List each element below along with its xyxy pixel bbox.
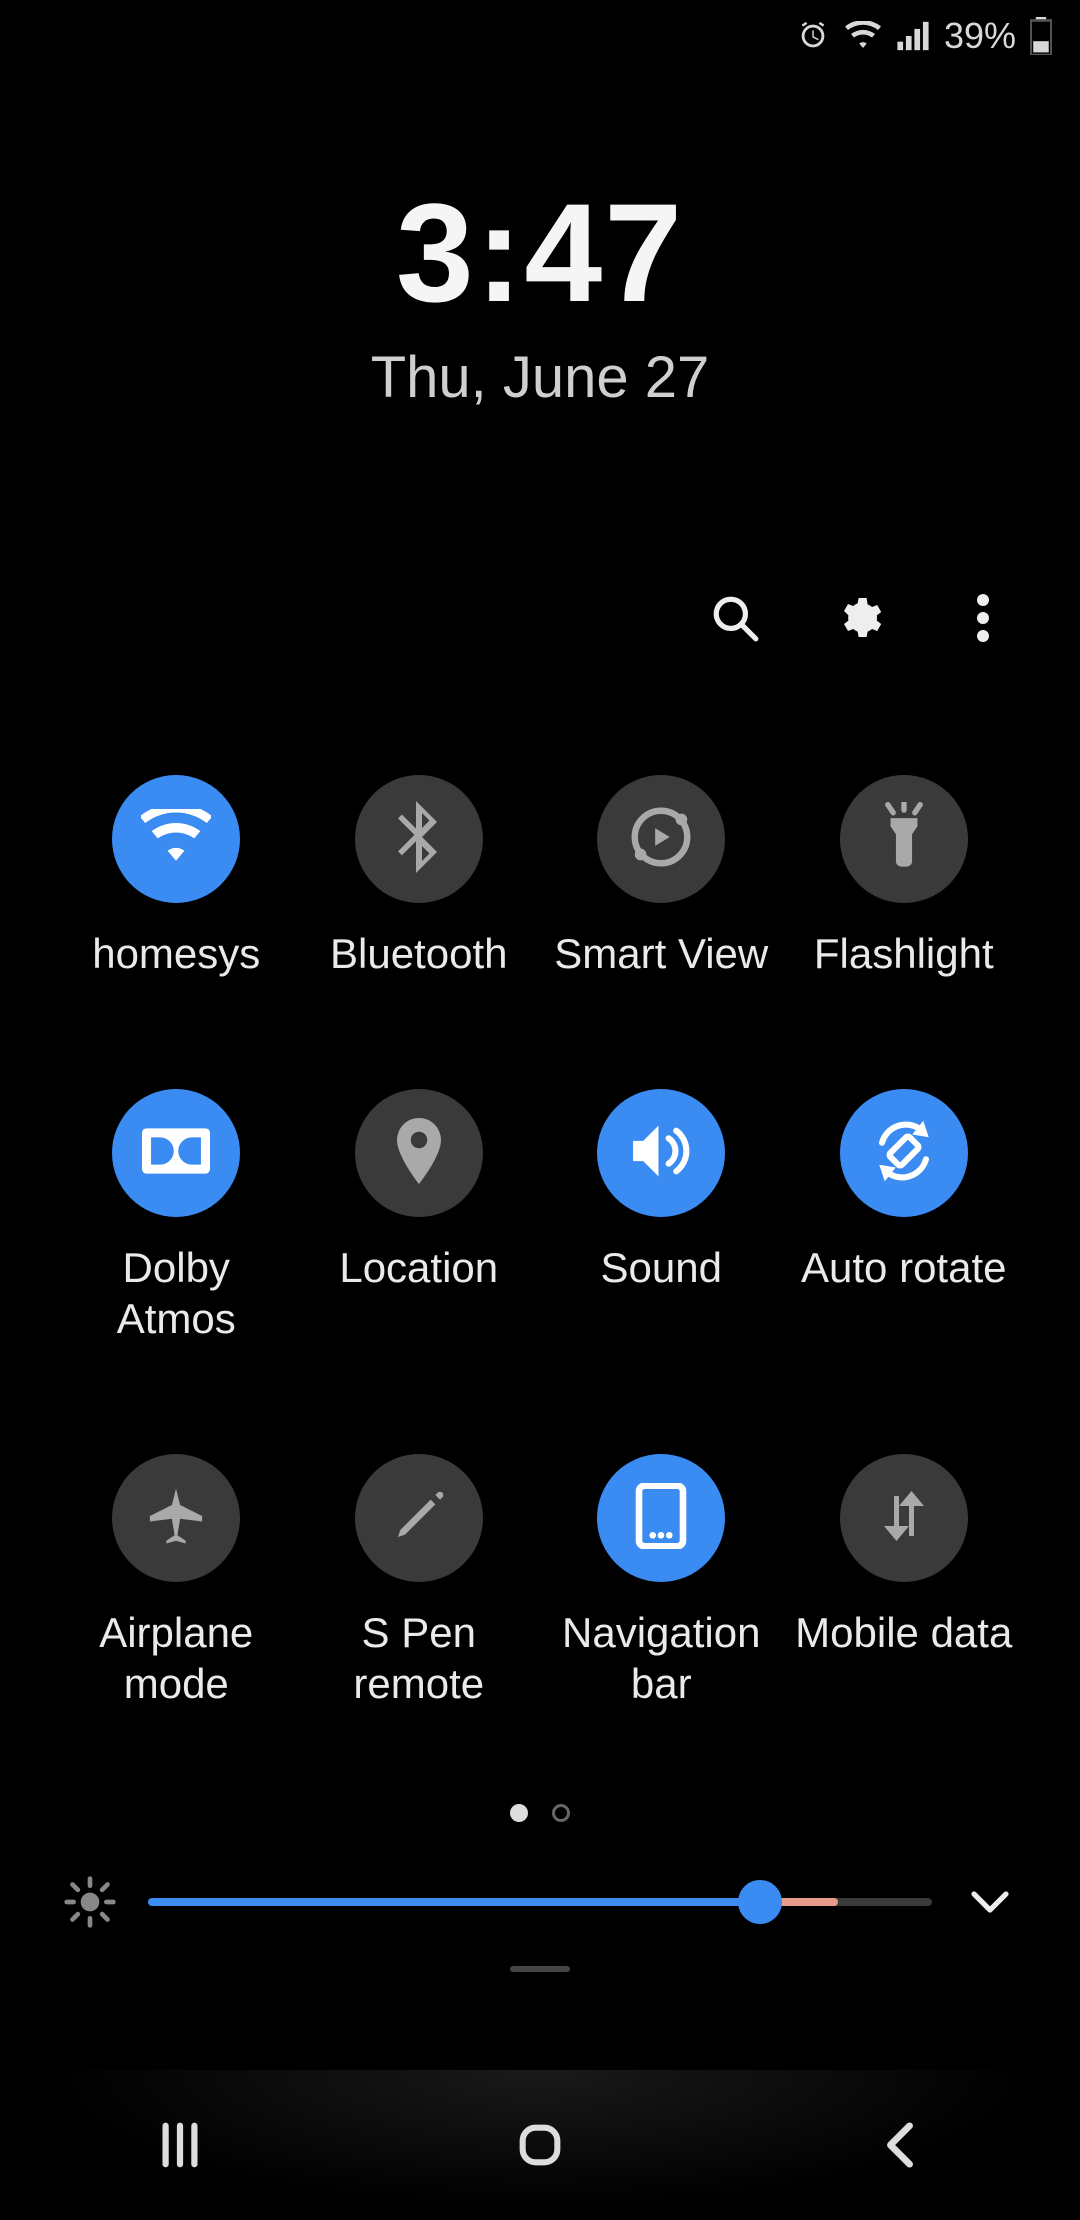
tile-label: Flashlight (814, 929, 994, 979)
tile-flashlight[interactable]: Flashlight (788, 775, 1021, 979)
tile-label: S Pen remote (304, 1608, 534, 1709)
auto-rotate-icon (871, 1118, 937, 1189)
qs-action-row (0, 591, 1080, 645)
more-button[interactable] (956, 591, 1010, 645)
search-button[interactable] (708, 591, 762, 645)
battery-text: 39% (944, 15, 1016, 57)
tile-wifi[interactable]: homesys (60, 775, 293, 979)
flashlight-icon (876, 802, 932, 877)
page-dot-2 (552, 1804, 570, 1822)
slider-thumb[interactable] (738, 1880, 782, 1924)
home-button[interactable] (480, 2105, 600, 2185)
brightness-row (0, 1872, 1080, 1932)
tile-label: Dolby Atmos (61, 1243, 291, 1344)
system-navigation-bar (0, 2070, 1080, 2220)
location-icon (394, 1118, 444, 1189)
tile-airplane-mode[interactable]: Airplane mode (60, 1454, 293, 1709)
tile-label: homesys (92, 929, 260, 979)
tile-label: Location (339, 1243, 498, 1293)
tile-bluetooth[interactable]: Bluetooth (303, 775, 536, 979)
tile-smart-view[interactable]: Smart View (545, 775, 778, 979)
tile-label: Navigation bar (546, 1608, 776, 1709)
tile-label: Bluetooth (330, 929, 507, 979)
alarm-icon (796, 19, 830, 53)
back-button[interactable] (840, 2105, 960, 2185)
brightness-icon (60, 1872, 120, 1932)
slider-fill (148, 1898, 760, 1906)
tile-dolby-atmos[interactable]: Dolby Atmos (60, 1089, 293, 1344)
sound-icon (628, 1123, 694, 1184)
tile-s-pen-remote[interactable]: S Pen remote (303, 1454, 536, 1709)
panel-drag-handle-row (0, 1932, 1080, 1982)
smart-view-icon (626, 802, 696, 877)
mobile-data-icon (874, 1486, 934, 1551)
navigation-bar-icon (635, 1483, 687, 1554)
page-dot-1 (510, 1804, 528, 1822)
battery-icon (1030, 17, 1052, 55)
recents-button[interactable] (120, 2105, 240, 2185)
clock-block: 3:47 Thu, June 27 (0, 172, 1080, 411)
page-indicator[interactable] (0, 1804, 1080, 1822)
tile-label: Auto rotate (801, 1243, 1006, 1293)
tile-label: Smart View (554, 929, 768, 979)
settings-button[interactable] (832, 591, 886, 645)
tile-label: Sound (601, 1243, 722, 1293)
airplane-icon (143, 1483, 209, 1554)
brightness-slider[interactable] (148, 1882, 932, 1922)
tile-label: Mobile data (795, 1608, 1012, 1658)
panel-drag-handle[interactable] (510, 1966, 570, 1972)
signal-icon (896, 21, 930, 51)
dolby-icon (142, 1127, 210, 1180)
pen-icon (391, 1488, 447, 1549)
clock-date: Thu, June 27 (0, 344, 1080, 411)
wifi-icon (844, 21, 882, 51)
brightness-expand-button[interactable] (960, 1872, 1020, 1932)
tile-label: Airplane mode (61, 1608, 291, 1709)
bluetooth-icon (395, 801, 443, 878)
clock-time: 3:47 (0, 172, 1080, 334)
wifi-icon (141, 809, 211, 870)
quick-settings-grid: homesys Bluetooth Smart View Flashlight … (0, 775, 1080, 1709)
tile-auto-rotate[interactable]: Auto rotate (788, 1089, 1021, 1344)
tile-sound[interactable]: Sound (545, 1089, 778, 1344)
tile-mobile-data[interactable]: Mobile data (788, 1454, 1021, 1709)
status-bar: 39% (0, 0, 1080, 72)
tile-navigation-bar[interactable]: Navigation bar (545, 1454, 778, 1709)
tile-location[interactable]: Location (303, 1089, 536, 1344)
